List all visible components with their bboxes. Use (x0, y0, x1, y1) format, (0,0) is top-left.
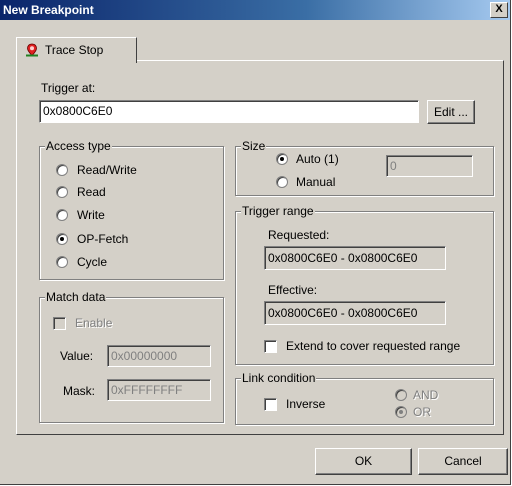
radio-label: OR (413, 405, 431, 419)
radio-button[interactable] (395, 406, 407, 418)
trigger-range-title: Trigger range (241, 204, 315, 218)
effective-label: Effective: (268, 283, 318, 297)
inverse-checkbox[interactable] (264, 398, 277, 411)
radio-button[interactable] (276, 153, 288, 165)
enable-checkbox[interactable] (53, 317, 66, 330)
value-input[interactable]: 0x00000000 (107, 345, 211, 367)
match-data-title: Match data (45, 290, 107, 304)
radio-selected-dot (60, 237, 64, 241)
extend-range-label: Extend to cover requested range (286, 339, 461, 353)
radio-label: Auto (1) (296, 152, 339, 166)
ok-button[interactable]: OK (315, 448, 412, 475)
radio-button[interactable] (56, 164, 68, 176)
radio-button[interactable] (56, 256, 68, 268)
window-title: New Breakpoint (3, 3, 94, 17)
tab-label: Trace Stop (45, 43, 104, 57)
title-bar[interactable]: New Breakpoint X (0, 0, 510, 20)
radio-label: Cycle (77, 255, 108, 269)
access-type-title: Access type (45, 139, 112, 153)
radio-label: Read/Write (77, 163, 137, 177)
enable-label: Enable (75, 316, 113, 330)
tab-trace-stop[interactable]: Trace Stop (16, 37, 137, 63)
trigger-address-input[interactable]: 0x0800C6E0 (39, 100, 419, 123)
effective-range-field: 0x0800C6E0 - 0x0800C6E0 (264, 301, 446, 325)
radio-button[interactable] (56, 186, 68, 198)
value-label: Value: (60, 349, 94, 363)
cancel-button[interactable]: Cancel (418, 448, 508, 475)
mask-input[interactable]: 0xFFFFFFFF (107, 379, 211, 401)
link-condition-title: Link condition (241, 371, 317, 385)
extend-range-checkbox[interactable] (264, 340, 277, 353)
breakpoint-icon (26, 43, 38, 57)
radio-button[interactable] (395, 389, 407, 401)
radio-label: Manual (296, 175, 336, 189)
radio-selected-dot (280, 157, 284, 161)
requested-range-field: 0x0800C6E0 - 0x0800C6E0 (264, 246, 446, 270)
inverse-label: Inverse (286, 397, 326, 411)
size-manual-input[interactable]: 0 (386, 155, 473, 177)
requested-label: Requested: (268, 228, 330, 242)
trigger-at-label: Trigger at: (41, 81, 96, 95)
close-icon: X (495, 3, 503, 15)
radio-button[interactable] (276, 176, 288, 188)
new-breakpoint-dialog: New Breakpoint X Trace Stop Trigger at: … (0, 0, 511, 485)
radio-label: Write (77, 208, 105, 222)
close-button[interactable]: X (490, 2, 508, 18)
size-title: Size (241, 139, 267, 153)
radio-button[interactable] (56, 233, 68, 245)
edit-button[interactable]: Edit ... (427, 100, 475, 124)
mask-label: Mask: (63, 384, 96, 398)
radio-label: AND (413, 388, 439, 402)
radio-label: Read (77, 185, 106, 199)
radio-label: OP-Fetch (77, 232, 129, 246)
radio-button[interactable] (56, 209, 68, 221)
radio-selected-dot (399, 410, 403, 414)
